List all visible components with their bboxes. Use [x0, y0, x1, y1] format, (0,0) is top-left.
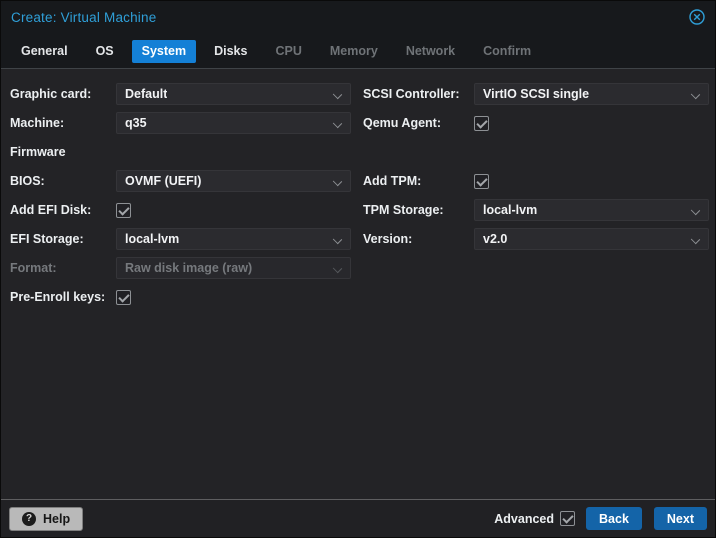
next-button[interactable]: Next — [653, 507, 707, 530]
add-tpm-row: Add TPM: — [363, 170, 709, 192]
dialog-title: Create: Virtual Machine — [11, 10, 157, 25]
efi-storage-label: EFI Storage: — [10, 232, 84, 246]
help-button-label: Help — [43, 511, 71, 526]
machine-value: q35 — [125, 116, 147, 130]
tab-system[interactable]: System — [131, 39, 197, 63]
firmware-heading-row: Firmware — [10, 141, 351, 163]
qemu-agent-label: Qemu Agent: — [363, 116, 442, 130]
help-icon: ? — [22, 511, 36, 526]
add-efi-disk-label: Add EFI Disk: — [10, 203, 92, 217]
chevron-down-icon — [690, 89, 701, 100]
advanced-checkbox[interactable] — [560, 511, 576, 526]
tab-disks[interactable]: Disks — [204, 40, 257, 63]
machine-select[interactable]: q35 — [116, 112, 351, 134]
pre-enroll-keys-checkbox[interactable] — [116, 289, 131, 305]
graphic-card-label: Graphic card: — [10, 87, 92, 101]
efi-storage-value: local-lvm — [125, 232, 180, 246]
add-efi-disk-checkbox[interactable] — [116, 202, 131, 218]
graphic-card-value: Default — [125, 87, 168, 101]
scsi-controller-select[interactable]: VirtIO SCSI single — [474, 83, 709, 105]
tab-confirm: Confirm — [483, 43, 532, 58]
chevron-down-icon — [332, 118, 343, 129]
add-tpm-checkbox[interactable] — [474, 173, 489, 189]
tab-general[interactable]: General — [11, 40, 78, 63]
qemu-agent-checkbox[interactable] — [474, 115, 489, 131]
tab-network: Network — [405, 43, 456, 58]
bios-value: OVMF (UEFI) — [125, 174, 202, 188]
system-tab-panel: Graphic card: Default Machine: q35 Firmw… — [1, 70, 715, 501]
chevron-down-icon — [332, 263, 343, 274]
tpm-storage-value: local-lvm — [483, 203, 538, 217]
dialog-footer: ? Help Advanced Back Next — [1, 499, 715, 537]
tpm-storage-label: TPM Storage: — [363, 203, 444, 217]
back-button[interactable]: Back — [586, 507, 642, 530]
graphic-card-select[interactable]: Default — [116, 83, 351, 105]
close-icon[interactable] — [688, 8, 706, 26]
bios-select[interactable]: OVMF (UEFI) — [116, 170, 351, 192]
form-column-left: Graphic card: Default Machine: q35 Firmw… — [10, 83, 351, 315]
qemu-agent-row: Qemu Agent: — [363, 112, 709, 134]
scsi-controller-row: SCSI Controller: VirtIO SCSI single — [363, 83, 709, 105]
scsi-controller-label: SCSI Controller: — [363, 87, 460, 101]
add-tpm-label: Add TPM: — [363, 174, 422, 188]
chevron-down-icon — [690, 234, 701, 245]
efi-storage-select[interactable]: local-lvm — [116, 228, 351, 250]
help-button[interactable]: ? Help — [9, 506, 84, 531]
dialog-titlebar: Create: Virtual Machine — [1, 1, 715, 34]
pre-enroll-keys-row: Pre-Enroll keys: — [10, 286, 351, 308]
chevron-down-icon — [332, 176, 343, 187]
tpm-storage-row: TPM Storage: local-lvm — [363, 199, 709, 221]
column-spacer — [363, 141, 709, 163]
tab-os[interactable]: OS — [86, 40, 124, 63]
pre-enroll-keys-label: Pre-Enroll keys: — [10, 290, 106, 304]
tpm-storage-select[interactable]: local-lvm — [474, 199, 709, 221]
bios-row: BIOS: OVMF (UEFI) — [10, 170, 351, 192]
tpm-version-select[interactable]: v2.0 — [474, 228, 709, 250]
tpm-version-row: Version: v2.0 — [363, 228, 709, 250]
machine-label: Machine: — [10, 116, 65, 130]
chevron-down-icon — [332, 89, 343, 100]
format-label: Format: — [10, 261, 57, 275]
format-row: Format: Raw disk image (raw) — [10, 257, 351, 279]
bios-label: BIOS: — [10, 174, 45, 188]
advanced-label: Advanced — [494, 511, 555, 526]
tpm-version-label: Version: — [363, 232, 413, 246]
wizard-tabbar: General OS System Disks CPU Memory Netwo… — [1, 34, 715, 69]
add-efi-disk-row: Add EFI Disk: — [10, 199, 351, 221]
machine-row: Machine: q35 — [10, 112, 351, 134]
create-vm-dialog: Create: Virtual Machine General OS Syste… — [0, 0, 716, 538]
scsi-controller-value: VirtIO SCSI single — [483, 87, 590, 101]
format-select: Raw disk image (raw) — [116, 257, 351, 279]
form-column-right: SCSI Controller: VirtIO SCSI single Qemu… — [363, 83, 709, 257]
chevron-down-icon — [690, 205, 701, 216]
tab-cpu: CPU — [275, 43, 302, 58]
efi-storage-row: EFI Storage: local-lvm — [10, 228, 351, 250]
chevron-down-icon — [332, 234, 343, 245]
tpm-version-value: v2.0 — [483, 232, 508, 246]
firmware-section-heading: Firmware — [10, 145, 66, 159]
tab-memory: Memory — [329, 43, 378, 58]
format-value: Raw disk image (raw) — [125, 261, 253, 275]
graphic-card-row: Graphic card: Default — [10, 83, 351, 105]
